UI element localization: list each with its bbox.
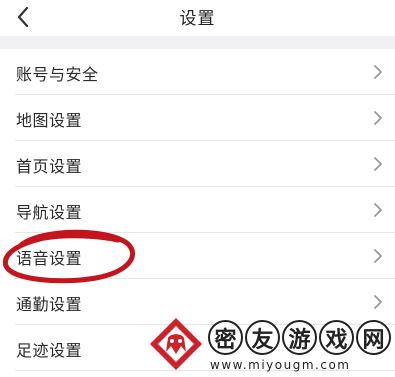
watermark-logo-icon bbox=[150, 318, 202, 370]
settings-item-label: 地图设置 bbox=[16, 111, 83, 130]
watermark-char: 游 bbox=[282, 320, 317, 355]
watermark-char: 友 bbox=[245, 320, 280, 355]
chevron-right-icon bbox=[374, 249, 382, 263]
chevron-right-icon bbox=[374, 111, 382, 125]
chevron-right-icon bbox=[374, 203, 382, 217]
watermark-char: 密 bbox=[208, 320, 243, 355]
settings-item-account-security[interactable]: 账号与安全 bbox=[0, 49, 395, 95]
settings-item-label: 账号与安全 bbox=[16, 65, 99, 84]
settings-item-label: 导航设置 bbox=[16, 203, 83, 222]
settings-item-navigation[interactable]: 导航设置 bbox=[0, 187, 395, 233]
settings-item-label: 通勤设置 bbox=[16, 295, 83, 314]
chevron-right-icon bbox=[374, 65, 382, 79]
settings-item-label: 足迹设置 bbox=[16, 341, 83, 360]
section-divider bbox=[0, 36, 395, 49]
chevron-right-icon bbox=[374, 295, 382, 309]
settings-item-label: 语音设置 bbox=[16, 249, 83, 268]
watermark-title: 密 友 游 戏 网 bbox=[208, 320, 391, 355]
watermark-url: www.miyougm.com bbox=[210, 358, 351, 372]
site-watermark: 密 友 游 戏 网 www.miyougm.com bbox=[148, 316, 395, 377]
settings-item-voice[interactable]: 语音设置 bbox=[0, 233, 395, 279]
watermark-char: 网 bbox=[356, 320, 391, 355]
watermark-char: 戏 bbox=[319, 320, 354, 355]
nav-header: 设置 bbox=[0, 0, 395, 36]
chevron-right-icon bbox=[374, 157, 382, 171]
settings-item-label: 首页设置 bbox=[16, 157, 83, 176]
settings-item-homepage[interactable]: 首页设置 bbox=[0, 141, 395, 187]
settings-item-map[interactable]: 地图设置 bbox=[0, 95, 395, 141]
page-title: 设置 bbox=[179, 9, 216, 29]
